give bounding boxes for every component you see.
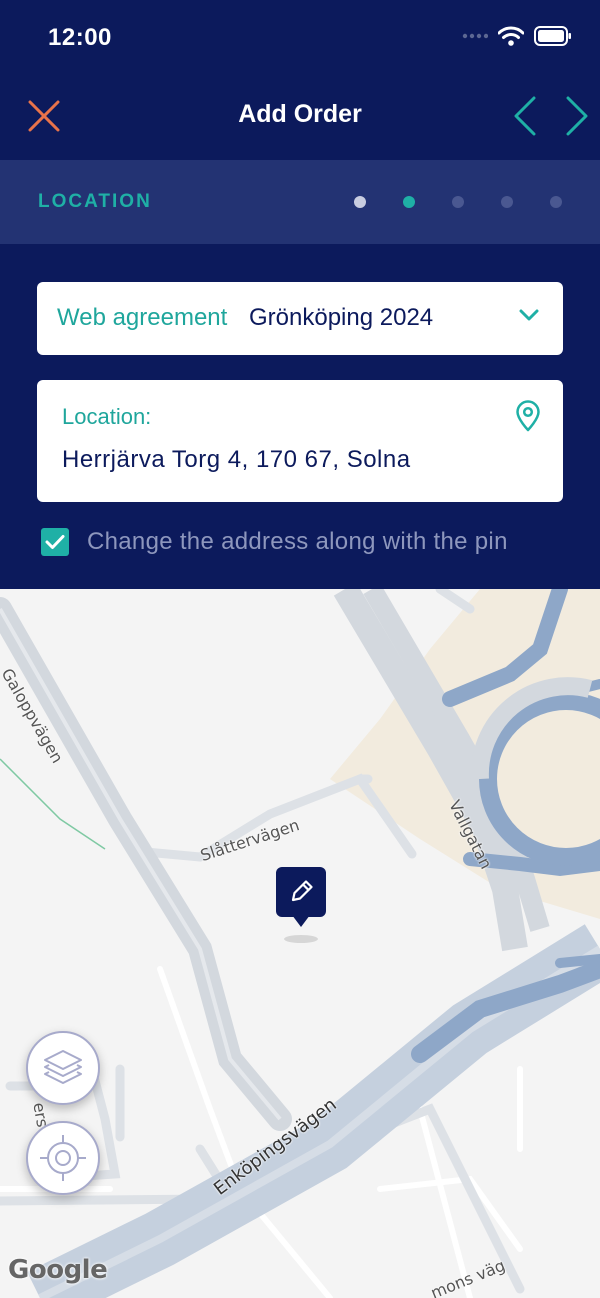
google-logo: Google	[8, 1255, 108, 1285]
agreement-value: Grönköping 2024	[249, 304, 434, 331]
step-label: LOCATION	[38, 191, 152, 212]
wifi-icon	[498, 26, 524, 46]
map-roads	[0, 589, 600, 1298]
status-icons	[462, 26, 572, 46]
marker-pointer	[292, 915, 310, 927]
battery-icon	[534, 26, 571, 46]
checkmark-icon	[45, 535, 65, 549]
chevron-left-icon[interactable]	[510, 94, 540, 138]
crosshair-icon	[40, 1135, 86, 1181]
status-time: 12:00	[48, 24, 112, 51]
status-bar: 12:00	[0, 0, 600, 80]
step-dot-3	[452, 196, 464, 208]
step-indicator-bar: LOCATION	[0, 160, 600, 244]
step-dot-1	[354, 196, 366, 208]
address-sync-checkbox-row[interactable]: Change the address along with the pin	[41, 528, 508, 556]
agreement-label: Web agreement	[57, 304, 228, 331]
step-dot-5	[550, 196, 562, 208]
order-form: Web agreement Grönköping 2024 Location: …	[0, 244, 600, 589]
chevron-right-icon[interactable]	[562, 94, 592, 138]
location-field[interactable]: Location: Herrjärva Torg 4, 170 67, Soln…	[37, 380, 563, 502]
chevron-down-icon	[519, 309, 539, 321]
step-dot-4	[501, 196, 513, 208]
map-pin-icon[interactable]	[515, 400, 541, 432]
agreement-select[interactable]: Web agreement Grönköping 2024	[37, 282, 563, 355]
address-sync-checkbox[interactable]	[41, 528, 69, 556]
pencil-icon	[291, 880, 313, 902]
layers-icon	[44, 1050, 82, 1084]
location-label: Location:	[62, 404, 152, 429]
step-dot-2	[403, 196, 415, 208]
location-address: Herrjärva Torg 4, 170 67, Solna	[62, 446, 411, 473]
my-location-button[interactable]	[26, 1121, 100, 1195]
address-sync-label: Change the address along with the pin	[87, 528, 508, 555]
signal-icon	[462, 33, 488, 39]
map-view[interactable]: Galoppvägen Slåttervägen Vallgatan Enköp…	[0, 589, 600, 1298]
layers-button[interactable]	[26, 1031, 100, 1105]
nav-bar: Add Order	[0, 80, 600, 160]
marker-shadow	[284, 935, 318, 943]
order-location-marker[interactable]	[276, 867, 326, 917]
